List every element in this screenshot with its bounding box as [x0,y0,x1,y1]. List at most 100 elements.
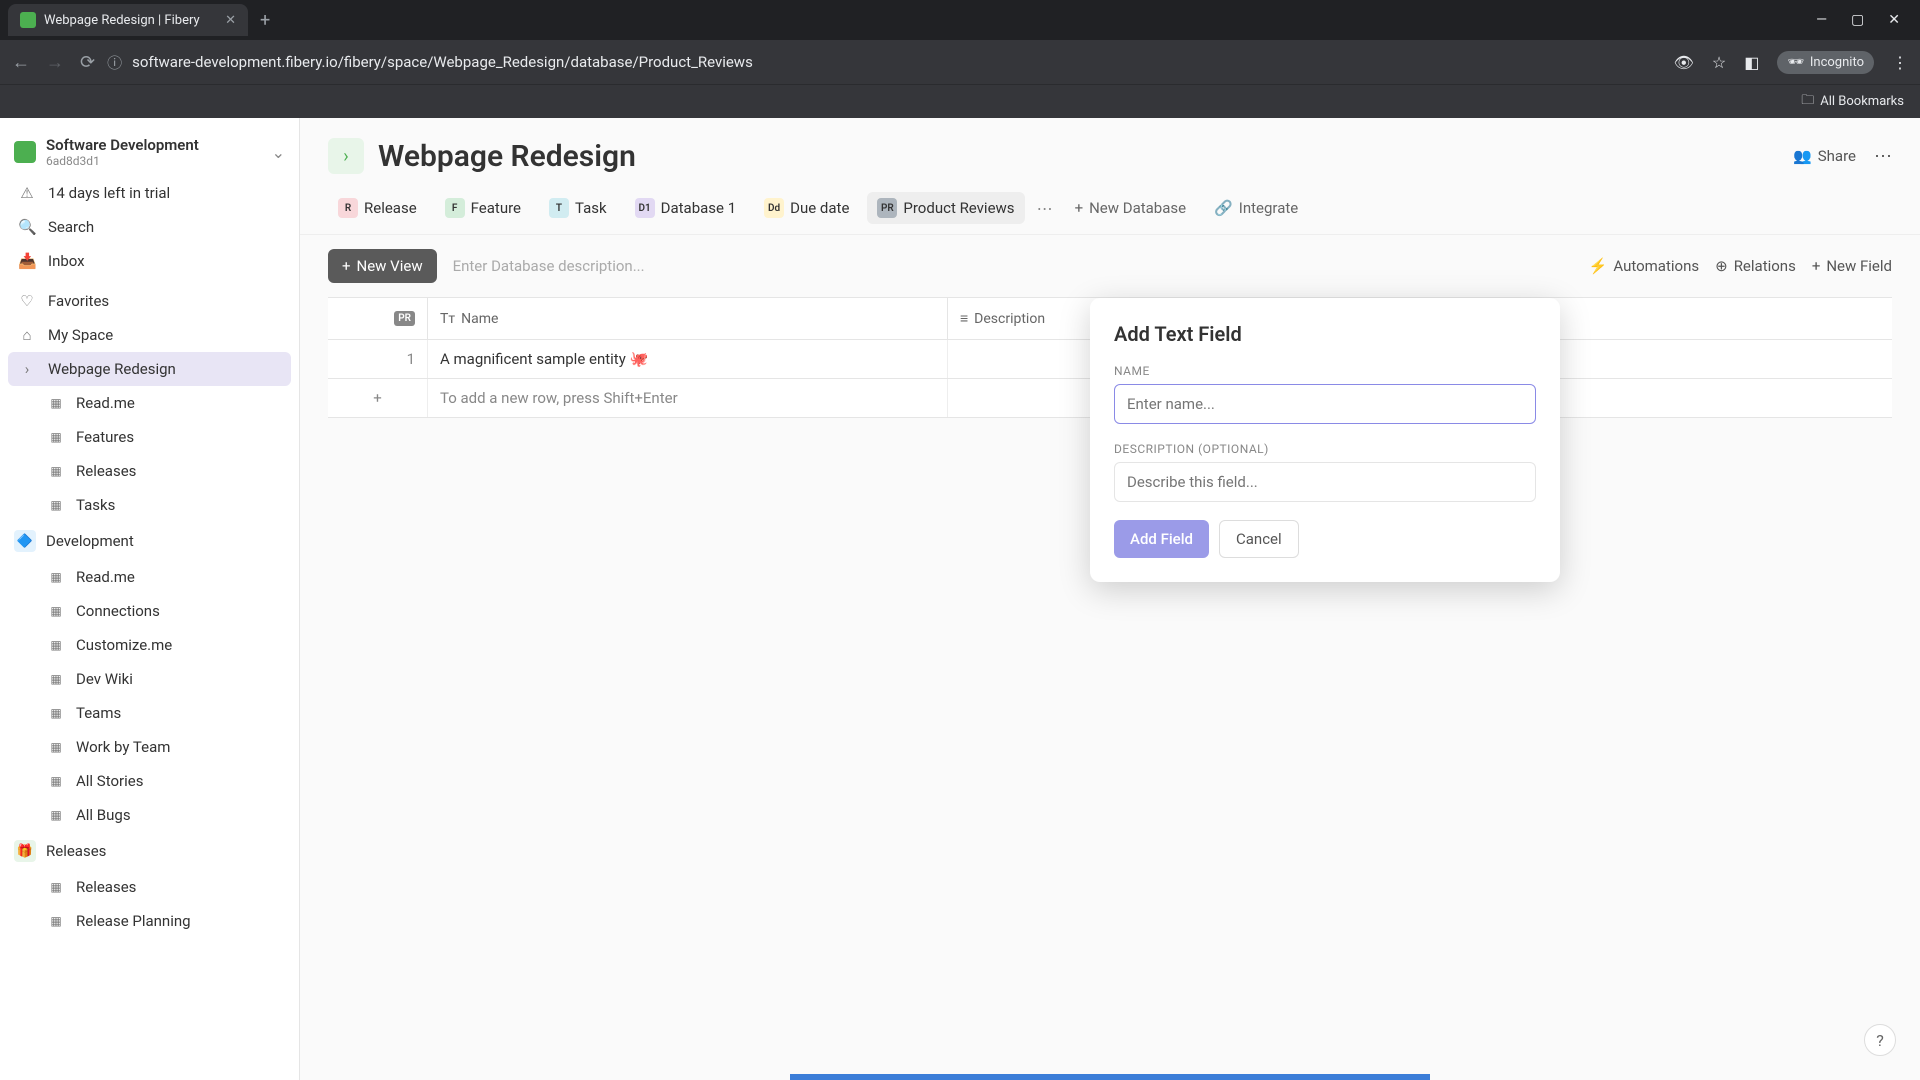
dev-space-icon: 🔷 [14,530,36,552]
url-field[interactable]: ⓘ software-development.fibery.io/fibery/… [107,52,1661,73]
sidebar-child-item[interactable]: ▦Customize.me [0,628,299,662]
cancel-button[interactable]: Cancel [1219,520,1299,558]
page-header: › Webpage Redesign 👥 Share ⋯ [300,118,1920,182]
tab-more-icon[interactable]: ⋯ [1033,199,1057,218]
page-icon: ▦ [48,464,64,478]
new-view-button[interactable]: + New View [328,249,437,283]
database-tab[interactable]: DdDue date [754,192,859,224]
sidebar-child-item[interactable]: ▦Connections [0,594,299,628]
site-info-icon[interactable]: ⓘ [107,52,122,73]
name-input[interactable] [1114,384,1536,424]
minimize-icon[interactable]: — [1816,12,1827,28]
sidebar-child-item[interactable]: ▦Release Planning [0,904,299,938]
heart-icon: ♡ [18,292,36,310]
page-icon: ▦ [48,672,64,686]
close-window-icon[interactable]: ✕ [1888,12,1900,28]
column-description[interactable]: ≡ Description [948,298,1108,339]
page-icon: ▦ [48,808,64,822]
sidebar-child-item[interactable]: ▦Tasks [0,488,299,522]
database-description-input[interactable]: Enter Database description... [453,257,1573,275]
favorites-label: Favorites [48,292,109,310]
database-tab[interactable]: TTask [539,192,617,224]
relations-icon: ⊕ [1715,257,1728,275]
back-icon[interactable]: ← [12,52,30,73]
inbox-icon: 📥 [18,252,36,270]
sidebar-child-item[interactable]: ▦Dev Wiki [0,662,299,696]
search-label: Search [48,218,94,236]
inbox-label: Inbox [48,252,85,270]
help-button[interactable]: ? [1864,1024,1896,1056]
close-tab-icon[interactable]: ✕ [225,13,236,28]
database-tab[interactable]: RRelease [328,192,427,224]
workspace-id: 6ad8d3d1 [46,154,262,168]
sidebar-child-item[interactable]: ▦Releases [0,870,299,904]
sidebar-search[interactable]: 🔍 Search [0,210,299,244]
sidebar-child-item[interactable]: ▦Teams [0,696,299,730]
new-tab-button[interactable]: + [252,6,278,35]
new-field-button[interactable]: + New Field [1812,257,1892,275]
plus-icon: + [1075,199,1084,217]
sidebar-child-item[interactable]: ▦Releases [0,454,299,488]
automations-label: Automations [1613,257,1699,275]
workspace-switcher[interactable]: Software Development 6ad8d3d1 ⌄ [0,128,299,176]
releases-space-icon: 🎁 [14,840,36,862]
sidebar-space-development[interactable]: 🔷 Development [0,522,299,560]
db-tab-label: Product Reviews [903,199,1014,217]
cell-name[interactable]: A magnificent sample entity 🐙 [428,340,948,378]
trial-notice[interactable]: ⚠ 14 days left in trial [0,176,299,210]
pr-chip: PR [394,311,415,326]
collapse-sidebar-button[interactable]: › [328,138,364,174]
sidebar-space-releases[interactable]: 🎁 Releases [0,832,299,870]
col-desc-label: Description [974,311,1045,327]
sidebar-child-item[interactable]: ▦Read.me [0,386,299,420]
maximize-icon[interactable]: ▢ [1851,12,1864,28]
sidebar-child-item[interactable]: ▦All Stories [0,764,299,798]
database-tab[interactable]: PRProduct Reviews [867,192,1024,224]
sidebar-item-webpage-redesign[interactable]: › Webpage Redesign [8,352,291,386]
database-tab[interactable]: FFeature [435,192,531,224]
page-icon: ▦ [48,570,64,584]
forward-icon[interactable]: → [46,52,64,73]
browser-menu-icon[interactable]: ⋮ [1892,53,1908,72]
relations-label: Relations [1734,257,1796,275]
eye-off-icon[interactable]: 👁 [1674,53,1694,72]
sidebar-favorites[interactable]: ♡ Favorites [0,284,299,318]
chevron-right-icon[interactable]: › [18,360,36,378]
sidebar-child-item[interactable]: ▦Work by Team [0,730,299,764]
sidebar-child-item[interactable]: ▦All Bugs [0,798,299,832]
chevron-down-icon[interactable]: ⌄ [272,143,285,162]
all-bookmarks-link[interactable]: All Bookmarks [1820,94,1904,109]
description-input[interactable] [1114,462,1536,502]
sidebar-inbox[interactable]: 📥 Inbox [0,244,299,278]
side-panel-icon[interactable]: ◧ [1744,53,1759,72]
sidebar-my-space[interactable]: ⌂ My Space [0,318,299,352]
more-menu-icon[interactable]: ⋯ [1874,146,1892,167]
page-actions: 👥 Share ⋯ [1793,146,1892,167]
bottom-accent-bar [790,1074,1430,1080]
dev-label: Development [46,532,134,550]
incognito-badge[interactable]: 🕶 Incognito [1777,51,1874,74]
column-name[interactable]: Tт Name [428,298,948,339]
plus-icon: + [1812,257,1821,275]
page-icon: ▦ [48,430,64,444]
database-tab[interactable]: D1Database 1 [625,192,747,224]
bookmark-star-icon[interactable]: ☆ [1712,53,1726,72]
browser-tab[interactable]: Webpage Redesign | Fibery ✕ [8,4,248,36]
sidebar-child-item[interactable]: ▦Features [0,420,299,454]
integrate-button[interactable]: 🔗 Integrate [1204,193,1308,223]
new-database-button[interactable]: + New Database [1065,193,1197,223]
share-button[interactable]: 👥 Share [1793,147,1856,165]
add-field-button[interactable]: Add Field [1114,520,1209,558]
automations-button[interactable]: ⚡ Automations [1589,257,1699,275]
db-tab-label: Feature [471,199,521,217]
reload-icon[interactable]: ⟳ [80,52,95,73]
browser-chrome: Webpage Redesign | Fibery ✕ + — ▢ ✕ ← → … [0,0,1920,118]
workspace-text: Software Development 6ad8d3d1 [46,136,262,168]
page-icon: ▦ [48,880,64,894]
sidebar-item-label: Connections [76,602,160,620]
db-chip-icon: Dd [764,198,784,218]
plus-icon: + [342,257,351,275]
relations-button[interactable]: ⊕ Relations [1715,257,1796,275]
sidebar-child-item[interactable]: ▦Read.me [0,560,299,594]
database-tabs: RReleaseFFeatureTTaskD1Database 1DdDue d… [300,182,1920,235]
